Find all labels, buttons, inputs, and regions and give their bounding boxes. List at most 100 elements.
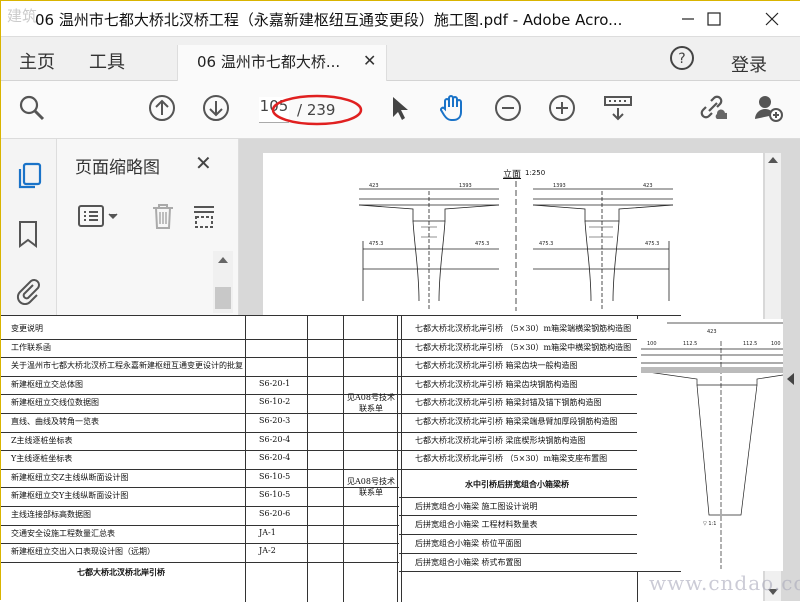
table-row: 新建枢纽立交Z主线纵断面设计图 [11, 472, 129, 482]
table-divider [1, 524, 399, 526]
svg-text:475.3: 475.3 [369, 241, 383, 247]
table-divider [399, 431, 637, 433]
previous-page-icon[interactable] [147, 93, 177, 123]
svg-text:1393: 1393 [553, 183, 566, 189]
attachment-icon[interactable] [13, 275, 41, 309]
table-section-title: 水中引桥后拼宽组合小箱梁桥 [465, 478, 569, 489]
site-watermark: www.cndao.com [649, 571, 800, 595]
drawing-index-table-left: 变更说明工作联系函关于温州市七都大桥北汊桥工程永嘉新建枢纽互通变更设计的批复 新建… [1, 315, 399, 602]
svg-text:423: 423 [707, 329, 717, 335]
share-link-icon[interactable] [697, 93, 727, 123]
close-tab-icon[interactable]: ✕ [363, 51, 376, 70]
table-divider [1, 431, 399, 433]
top-watermark: 建筑 [7, 7, 38, 25]
table-row-code: JA-1 [259, 527, 276, 537]
table-row: 七都大桥北汊桥北岸引桥 （5×30）m箱梁端横梁钢筋构造图 [415, 324, 632, 333]
table-row-code: S6-10-5 [259, 471, 291, 481]
table-row: 新建枢纽立交出入口表现设计图（远期） [11, 547, 155, 557]
table-divider [399, 338, 637, 340]
table-row: 七都大桥北汊桥北岸引桥 箱梁齿块钢筋构造图 [415, 379, 578, 389]
table-row: 七都大桥北汊桥北岸引桥 （5×30）m箱梁中横梁钢筋构造图 [415, 342, 632, 352]
crop-pages-icon[interactable] [191, 201, 219, 235]
svg-text:▽ 1:1: ▽ 1:1 [703, 521, 716, 527]
thumbnail-options-icon[interactable] [77, 203, 121, 233]
svg-text:100: 100 [647, 341, 657, 347]
fit-page-icon[interactable] [603, 93, 633, 123]
login-button[interactable]: 登录 [731, 51, 767, 77]
window-title: 06 温州市七都大桥北汊桥工程（永嘉新建枢纽互通变更段）施工图.pdf - Ad… [35, 11, 623, 29]
table-row-code: JA-2 [259, 546, 276, 556]
close-icon [765, 12, 779, 26]
select-tool-icon[interactable] [385, 93, 415, 123]
table-column-divider [401, 316, 402, 602]
close-window-button[interactable] [749, 1, 795, 37]
table-row: 变更说明 [11, 324, 43, 333]
table-row: 七都大桥北汊桥北岸引桥 梁底楔形块钢筋构造图 [415, 435, 586, 445]
delete-page-icon[interactable] [149, 201, 177, 235]
table-row: 后拼宽组合小箱梁 施工图设计说明 [415, 501, 538, 511]
table-divider [1, 543, 399, 545]
zoom-out-icon[interactable] [493, 93, 523, 123]
svg-text:100: 100 [771, 341, 781, 347]
table-note: 见A08号技术联系单 [347, 393, 395, 413]
close-panel-icon[interactable]: ✕ [195, 151, 212, 175]
table-divider [399, 413, 637, 414]
table-divider [1, 338, 399, 340]
table-row-code: S6-20-4 [259, 434, 291, 444]
table-row: 直线、曲线及转角一览表 [11, 417, 99, 426]
table-row: 主线连接部标高数据图 [11, 510, 91, 519]
table-row: 后拼宽组合小箱梁 桥式布置图 [415, 557, 522, 567]
table-row-code: S6-20-3 [259, 416, 291, 425]
page-thumbnails-icon[interactable] [15, 161, 43, 195]
help-icon[interactable]: ? [669, 45, 695, 75]
table-row: 关于温州市七都大桥北汊桥工程永嘉新建枢纽互通变更设计的批复 [11, 361, 243, 371]
table-divider [1, 450, 399, 452]
table-divider [399, 450, 637, 452]
maximize-icon [707, 12, 721, 26]
table-row-code: S6-20-1 [259, 378, 291, 388]
thumbnails-panel-title: 页面缩略图 [75, 158, 160, 178]
tab-home[interactable]: 主页 [19, 48, 55, 74]
svg-text:475.3: 475.3 [645, 241, 659, 247]
bridge-elevation-drawing: 423 1393 1393 423 475.3 475.3 475.3 475.3 [358, 181, 674, 311]
tab-tools[interactable]: 工具 [89, 48, 125, 74]
expand-right-panel-icon[interactable] [787, 373, 794, 385]
table-row: Y主线逐桩坐标表 [11, 454, 73, 464]
svg-text:475.3: 475.3 [539, 241, 553, 247]
panel-scrollbar[interactable] [213, 251, 233, 313]
table-divider [399, 468, 637, 470]
table-divider [399, 394, 637, 396]
table-row: 新建枢纽立交线位数据图 [11, 398, 99, 408]
table-row-code: S6-10-5 [259, 490, 291, 500]
table-divider [1, 413, 399, 414]
next-page-icon[interactable] [201, 93, 231, 123]
table-row: 七都大桥北汊桥北岸引桥 箱梁封锚及锚下钢筋构造图 [415, 398, 602, 408]
add-user-icon[interactable] [753, 93, 783, 123]
zoom-in-icon[interactable] [547, 93, 577, 123]
svg-text:1393: 1393 [459, 183, 472, 189]
table-divider [1, 506, 399, 507]
annotation-ellipse [271, 93, 363, 131]
hand-tool-icon[interactable] [437, 93, 467, 123]
table-row: Z主线逐桩坐标表 [11, 435, 73, 445]
table-row-code: S6-10-2 [259, 397, 291, 407]
bookmark-icon[interactable] [17, 219, 39, 253]
table-divider [1, 561, 399, 563]
table-divider [1, 468, 399, 470]
table-divider [1, 487, 399, 489]
table-row: 工作联系函 [11, 342, 51, 352]
table-row: 七都大桥北汊桥北岸引桥 箱梁梁端悬臂加厚段钢筋构造图 [415, 417, 618, 426]
table-row-code: S6-20-6 [259, 509, 291, 518]
table-divider [399, 571, 681, 573]
svg-text:423: 423 [369, 183, 379, 189]
table-divider [1, 357, 399, 359]
table-row: 后拼宽组合小箱梁 桥位平面图 [415, 539, 522, 548]
maximize-button[interactable] [691, 1, 737, 37]
document-tab-label: 06 温州市七都大桥... [197, 53, 341, 71]
search-icon[interactable] [17, 93, 47, 123]
table-divider [1, 375, 399, 377]
table-column-divider [245, 316, 246, 602]
table-divider [399, 375, 637, 377]
table-divider [1, 394, 399, 396]
table-note: 见A08号技术联系单 [347, 477, 395, 497]
